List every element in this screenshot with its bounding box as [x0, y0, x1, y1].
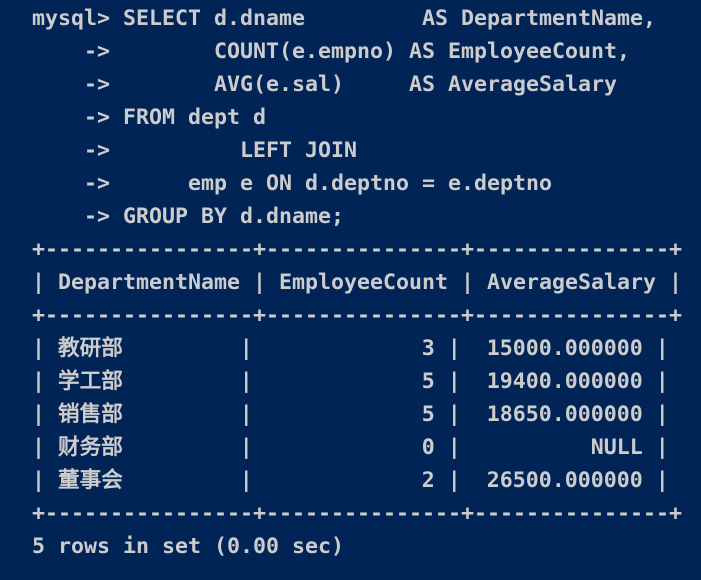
query-line: -> emp e ON d.deptno = e.deptno — [32, 171, 553, 196]
terminal-window[interactable]: mysql> SELECT d.dname AS DepartmentName,… — [0, 0, 701, 580]
table-row: | 销售部 | 5 | 18650.000000 | — [32, 402, 669, 427]
table-row: | 董事会 | 2 | 26500.000000 | — [32, 468, 669, 493]
table-row: | 财务部 | 0 | NULL | — [32, 435, 669, 460]
table-border-bottom: +----------------+---------------+------… — [32, 501, 683, 526]
query-line: -> COUNT(e.empno) AS EmployeeCount, — [32, 39, 631, 64]
table-header-row: | DepartmentName | EmployeeCount | Avera… — [32, 270, 683, 295]
status-line: 5 rows in set (0.00 sec) — [32, 534, 345, 559]
query-line: mysql> SELECT d.dname AS DepartmentName, — [32, 6, 657, 31]
query-line: -> GROUP BY d.dname; — [32, 204, 345, 229]
query-line: -> LEFT JOIN — [32, 138, 358, 163]
table-border-top: +----------------+---------------+------… — [32, 237, 683, 262]
table-border-mid: +----------------+---------------+------… — [32, 303, 683, 328]
table-row: | 教研部 | 3 | 15000.000000 | — [32, 336, 669, 361]
query-line: -> FROM dept d — [32, 105, 267, 130]
query-line: -> AVG(e.sal) AS AverageSalary — [32, 72, 618, 97]
table-row: | 学工部 | 5 | 19400.000000 | — [32, 369, 669, 394]
